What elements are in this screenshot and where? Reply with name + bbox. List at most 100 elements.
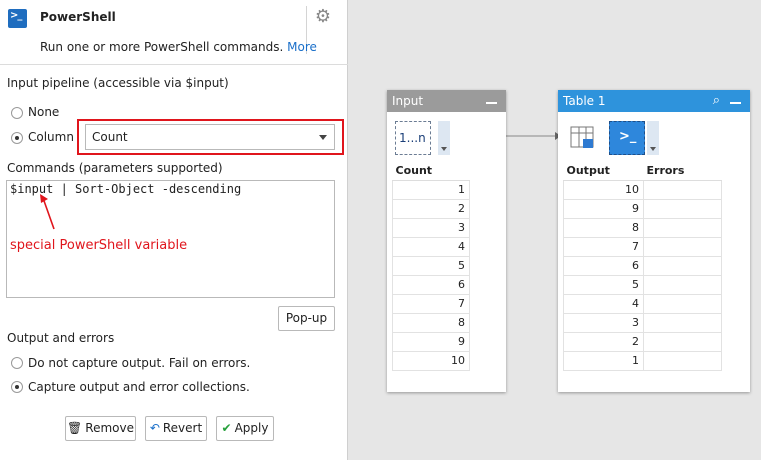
errors-cell[interactable] [643, 236, 722, 257]
errors-cell[interactable] [643, 198, 722, 219]
table-row[interactable]: 10 [392, 350, 470, 371]
table-node[interactable]: Table 1 ⌕ >_ Output Errors 10 9 8 7 6 5 4 3 2 1 [558, 90, 750, 392]
errors-cell[interactable] [643, 312, 722, 333]
table-row[interactable]: 5 [392, 255, 470, 276]
radio-none[interactable] [11, 107, 23, 119]
panel-description: Run one or more PowerShell commands. Mor… [40, 40, 317, 54]
table-row[interactable]: 4 [392, 236, 470, 257]
output-cell[interactable]: 9 [563, 198, 644, 219]
powershell-icon: >_ [619, 129, 637, 144]
count-cell[interactable]: 5 [392, 255, 470, 276]
table-row[interactable]: 2 [563, 331, 722, 352]
output-cell[interactable]: 8 [563, 217, 644, 238]
output-table: Output Errors 10 9 8 7 6 5 4 3 2 1 [563, 162, 722, 371]
count-cell[interactable]: 10 [392, 350, 470, 371]
checkmark-icon: ✔ [221, 421, 232, 435]
minimize-icon[interactable] [730, 102, 741, 104]
radio-no-capture-label: Do not capture output. Fail on errors. [28, 356, 251, 370]
tool-dropdown[interactable] [438, 121, 450, 155]
output-cell[interactable]: 3 [563, 312, 644, 333]
table-row[interactable]: 7 [392, 293, 470, 314]
input-node-title: Input [392, 94, 424, 108]
sequence-tool[interactable]: 1...n [395, 121, 431, 155]
input-pipeline-label: Input pipeline (accessible via $input) [7, 76, 229, 90]
count-cell[interactable]: 4 [392, 236, 470, 257]
table-row[interactable]: 8 [563, 217, 722, 238]
count-cell[interactable]: 2 [392, 198, 470, 219]
remove-label: Remove [85, 421, 134, 435]
table-node-title: Table 1 [563, 94, 606, 108]
radio-no-capture[interactable] [11, 357, 23, 369]
output-cell[interactable]: 7 [563, 236, 644, 257]
tool-dropdown[interactable] [647, 121, 659, 155]
table-row[interactable]: 3 [392, 217, 470, 238]
table-row[interactable]: 10 [563, 179, 722, 200]
radio-column[interactable] [11, 132, 23, 144]
output-cell[interactable]: 1 [563, 350, 644, 371]
sequence-icon: 1...n [399, 131, 426, 145]
output-errors-label: Output and errors [7, 331, 115, 345]
undo-icon: ↶ [149, 421, 160, 435]
errors-cell[interactable] [643, 179, 722, 200]
column-header-errors: Errors [643, 162, 722, 181]
table-row[interactable]: 8 [392, 312, 470, 333]
errors-cell[interactable] [643, 350, 722, 371]
powershell-icon [8, 9, 27, 28]
connector-arrow [505, 132, 561, 140]
apply-label: Apply [234, 421, 269, 435]
popup-button[interactable]: Pop-up [278, 306, 335, 331]
count-cell[interactable]: 7 [392, 293, 470, 314]
table-row[interactable]: 7 [563, 236, 722, 257]
radio-capture-label: Capture output and error collections. [28, 380, 250, 394]
table-row[interactable]: 6 [392, 274, 470, 295]
count-cell[interactable]: 6 [392, 274, 470, 295]
radio-capture[interactable] [11, 381, 23, 393]
table-row[interactable]: 4 [563, 293, 722, 314]
output-cell[interactable]: 10 [563, 179, 644, 200]
output-cell[interactable]: 4 [563, 293, 644, 314]
revert-button[interactable]: ↶ Revert [145, 416, 207, 441]
output-cell[interactable]: 6 [563, 255, 644, 276]
table-row[interactable]: 6 [563, 255, 722, 276]
errors-cell[interactable] [643, 274, 722, 295]
radio-column-label: Column [28, 130, 74, 144]
input-node[interactable]: Input 1...n Count 1 2 3 4 5 6 7 8 9 10 [387, 90, 506, 392]
description-text: Run one or more PowerShell commands. [40, 40, 284, 54]
apply-button[interactable]: ✔ Apply [216, 416, 274, 441]
search-icon[interactable]: ⌕ [713, 93, 720, 108]
remove-button[interactable]: 🗑 Remove [65, 416, 136, 441]
table-grid-icon [570, 126, 594, 148]
table-view-tool[interactable] [566, 121, 602, 155]
powershell-config-panel: PowerShell ⚙ Run one or more PowerShell … [0, 0, 348, 460]
output-cell[interactable]: 2 [563, 331, 644, 352]
divider [0, 64, 348, 65]
column-header-count: Count [392, 162, 470, 181]
errors-cell[interactable] [643, 293, 722, 314]
table-node-header[interactable]: Table 1 ⌕ [558, 90, 750, 112]
powershell-tool[interactable]: >_ [609, 121, 645, 155]
table-row[interactable]: 5 [563, 274, 722, 295]
table-row[interactable]: 9 [392, 331, 470, 352]
errors-cell[interactable] [643, 217, 722, 238]
table-row[interactable]: 1 [563, 350, 722, 371]
count-cell[interactable]: 1 [392, 179, 470, 200]
count-cell[interactable]: 8 [392, 312, 470, 333]
table-row[interactable]: 3 [563, 312, 722, 333]
more-link[interactable]: More [287, 40, 317, 54]
commands-label: Commands (parameters supported) [7, 161, 223, 175]
radio-none-label: None [28, 105, 60, 119]
minimize-icon[interactable] [486, 102, 497, 104]
panel-title: PowerShell [40, 10, 116, 24]
gear-icon[interactable]: ⚙ [314, 8, 332, 26]
count-cell[interactable]: 3 [392, 217, 470, 238]
errors-cell[interactable] [643, 255, 722, 276]
input-node-header[interactable]: Input [387, 90, 506, 112]
table-row[interactable]: 1 [392, 179, 470, 200]
highlight-frame [77, 119, 344, 155]
count-cell[interactable]: 9 [392, 331, 470, 352]
output-cell[interactable]: 5 [563, 274, 644, 295]
table-row[interactable]: 2 [392, 198, 470, 219]
errors-cell[interactable] [643, 331, 722, 352]
revert-label: Revert [162, 421, 203, 435]
table-row[interactable]: 9 [563, 198, 722, 219]
